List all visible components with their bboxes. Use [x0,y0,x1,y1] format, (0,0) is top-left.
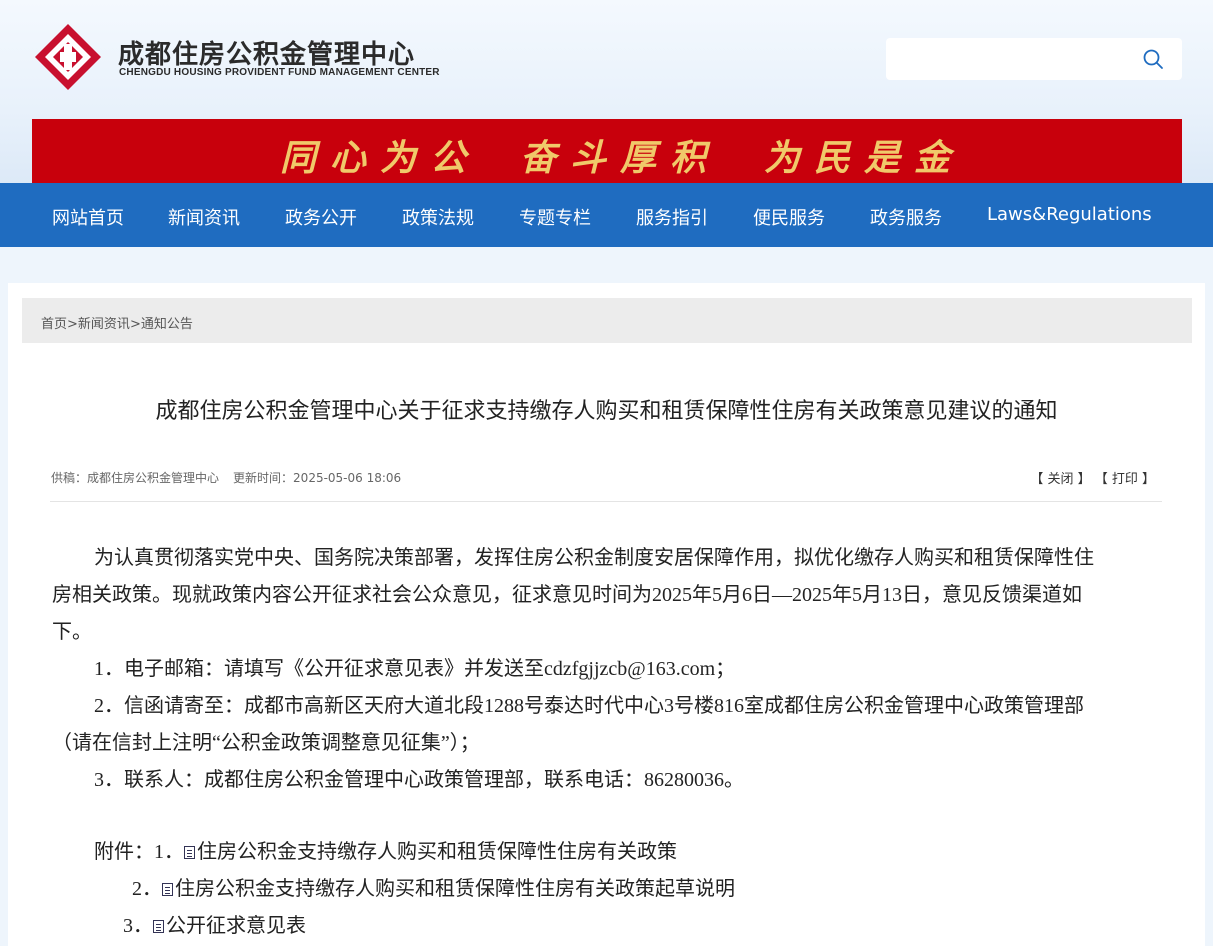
print-button[interactable]: 【 打印 】 [1095,472,1155,487]
attachments-label: 附件： [94,841,154,863]
attachment-row: 2． 住房公积金支持缴存人购买和租赁保障性住房有关政策起草说明 [132,871,735,908]
nav-item-service-guide[interactable]: 服务指引 [636,204,708,230]
breadcrumb-news[interactable]: 新闻资讯 [78,317,130,332]
updated-value: 2025-05-06 18:06 [293,471,402,485]
nav-item-special-topics[interactable]: 专题专栏 [519,204,591,230]
document-icon [153,920,164,933]
slogan-2: 奋斗厚积 [520,137,721,179]
attachment-link[interactable]: 公开征求意见表 [166,915,306,937]
breadcrumb-home[interactable]: 首页 [41,317,67,332]
divider [50,501,1162,502]
close-button[interactable]: 【 关闭 】 [1030,472,1090,487]
attachment-link[interactable]: 住房公积金支持缴存人购买和租赁保障性住房有关政策 [197,841,677,863]
search-box [886,38,1182,80]
nav-item-government-affairs[interactable]: 政务公开 [285,204,357,230]
body-paragraph-line: 下。 [52,621,92,643]
nav-item-laws-regulations[interactable]: Laws&Regulations [987,204,1152,225]
attachment-row: 附件：1． 住房公积金支持缴存人购买和租赁保障性住房有关政策 [94,834,677,871]
document-icon [184,846,195,859]
breadcrumb-notices[interactable]: 通知公告 [141,317,193,332]
article-title: 成都住房公积金管理中心关于征求支持缴存人购买和租赁保障性住房有关政策意见建议的通… [155,399,1058,424]
breadcrumb-bar: 首页>新闻资讯>通知公告 [22,298,1192,343]
breadcrumb: 首页>新闻资讯>通知公告 [41,313,193,332]
nav-item-home[interactable]: 网站首页 [52,204,124,230]
updated-label: 更新时间： [233,471,294,485]
nav-item-policies[interactable]: 政策法规 [402,204,474,230]
breadcrumb-separator: > [129,317,141,332]
site-title: 成都住房公积金管理中心 [118,40,416,70]
attachment-row: 3． 公开征求意见表 [123,908,306,945]
search-icon[interactable] [1142,48,1164,70]
attachment-number: 2． [132,878,162,900]
article-meta: 供稿：成都住房公积金管理中心 更新时间：2025-05-06 18:06 [51,469,401,486]
attachment-number: 3． [123,915,153,937]
search-input[interactable] [896,46,1140,74]
body-paragraph-line: 房相关政策。现就政策内容公开征求社会公众意见，征求意见时间为2025年5月6日—… [52,584,1082,606]
nav-item-government-services[interactable]: 政务服务 [870,204,942,230]
source-value: 成都住房公积金管理中心 [87,471,220,485]
slogan-1: 同心为公 [280,137,481,179]
article-container: 首页>新闻资讯>通知公告 成都住房公积金管理中心关于征求支持缴存人购买和租赁保障… [8,283,1205,946]
chengdu-hpf-logo[interactable] [33,22,103,92]
nav-item-news[interactable]: 新闻资讯 [168,204,240,230]
main-nav: 网站首页 新闻资讯 政务公开 政策法规 专题专栏 服务指引 便民服务 政务服务 … [0,183,1213,247]
slogan-3: 为民是金 [764,137,965,179]
attachment-number: 1． [154,841,184,863]
document-icon [162,883,173,896]
source-label: 供稿： [51,471,88,485]
slogan-banner: 同心为公 奋斗厚积 为民是金 [32,119,1182,183]
article-actions: 【 关闭 】 【 打印 】 [1030,468,1155,487]
attachment-link[interactable]: 住房公积金支持缴存人购买和租赁保障性住房有关政策起草说明 [175,878,735,900]
contact-person-item: 3．联系人：成都住房公积金管理中心政策管理部，联系电话：86280036。 [94,769,744,791]
contact-email-item: 1．电子邮箱：请填写《公开征求意见表》并发送至cdzfgjjzcb@163.co… [94,658,736,680]
contact-mail-item-note: （请在信封上注明“公积金政策调整意见征集”）； [52,732,480,754]
breadcrumb-separator: > [67,317,78,332]
body-paragraph-line: 为认真贯彻落实党中央、国务院决策部署，发挥住房公积金制度安居保障作用，拟优化缴存… [94,547,1094,569]
site-subtitle: CHENGDU HOUSING PROVIDENT FUND MANAGEMEN… [119,67,440,78]
nav-item-convenience-services[interactable]: 便民服务 [753,204,825,230]
contact-mail-item: 2．信函请寄至：成都市高新区天府大道北段1288号泰达时代中心3号楼816室成都… [94,695,1084,717]
